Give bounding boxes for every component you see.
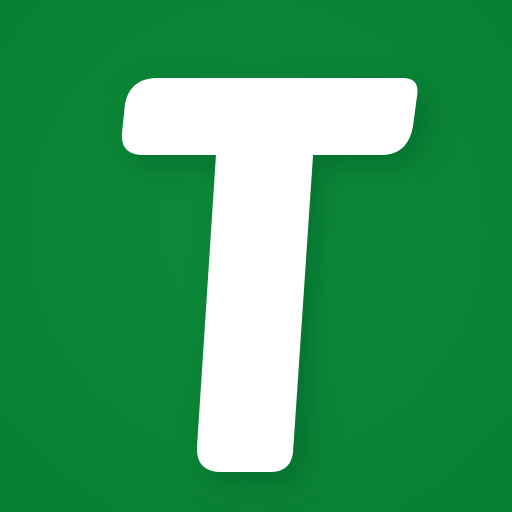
app-icon <box>0 0 512 512</box>
letter-t-glyph-icon <box>121 78 418 472</box>
